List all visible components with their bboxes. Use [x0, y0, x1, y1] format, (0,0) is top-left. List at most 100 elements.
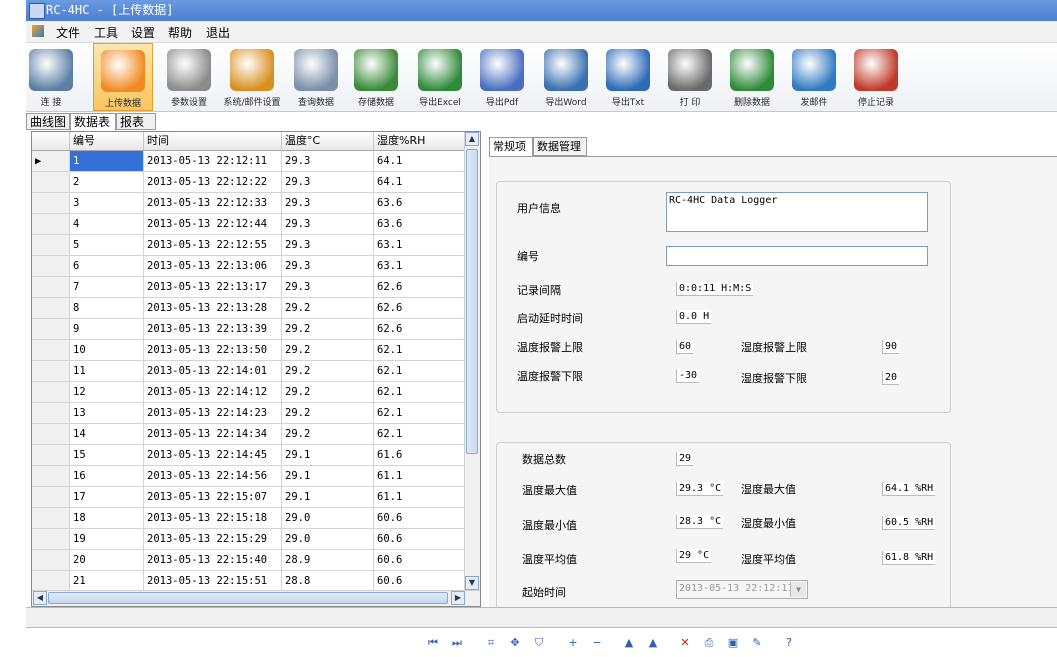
row-header[interactable]: [32, 214, 70, 234]
row-header[interactable]: [32, 172, 70, 192]
table-cell[interactable]: 29.3: [282, 193, 374, 213]
table-cell[interactable]: 29.3: [282, 235, 374, 255]
start-time-combo[interactable]: 2013-05-13 22:12:11 ▼: [676, 580, 808, 599]
table-cell[interactable]: 19: [70, 529, 144, 549]
table-cell[interactable]: 11: [70, 361, 144, 381]
table-cell[interactable]: 62.6: [374, 319, 465, 339]
tab-data-management[interactable]: 数据管理: [533, 137, 587, 156]
table-cell[interactable]: 6: [70, 256, 144, 276]
table-cell[interactable]: 2013-05-13 22:14:34: [144, 424, 282, 444]
row-header[interactable]: [32, 424, 70, 444]
table-cell[interactable]: 10: [70, 340, 144, 360]
table-row[interactable]: 12 2013-05-13 22:14:12 29.2 62.1: [32, 382, 465, 403]
table-cell[interactable]: 5: [70, 235, 144, 255]
table-cell[interactable]: 63.6: [374, 193, 465, 213]
table-cell[interactable]: 12: [70, 382, 144, 402]
table-cell[interactable]: 29.1: [282, 466, 374, 486]
table-row[interactable]: 17 2013-05-13 22:15:07 29.1 61.1: [32, 487, 465, 508]
table-cell[interactable]: 2013-05-13 22:12:22: [144, 172, 282, 192]
tab-data-table[interactable]: 数据表: [70, 113, 116, 131]
column-header-time[interactable]: 时间: [144, 132, 282, 150]
table-row[interactable]: 5 2013-05-13 22:12:55 29.3 63.1: [32, 235, 465, 256]
table-cell[interactable]: 18: [70, 508, 144, 528]
row-header[interactable]: [32, 256, 70, 276]
first-record-icon[interactable]: ⏮: [425, 635, 441, 651]
table-cell[interactable]: 4: [70, 214, 144, 234]
table-row[interactable]: 18 2013-05-13 22:15:18 29.0 60.6: [32, 508, 465, 529]
table-row[interactable]: 9 2013-05-13 22:13:39 29.2 62.6: [32, 319, 465, 340]
table-row[interactable]: 15 2013-05-13 22:14:45 29.1 61.6: [32, 445, 465, 466]
table-row[interactable]: 7 2013-05-13 22:13:17 29.3 62.6: [32, 277, 465, 298]
tab-report[interactable]: 报表: [116, 113, 156, 130]
table-row[interactable]: 11 2013-05-13 22:14:01 29.2 62.1: [32, 361, 465, 382]
table-cell[interactable]: 29.3: [282, 256, 374, 276]
table-cell[interactable]: 63.1: [374, 256, 465, 276]
save-icon[interactable]: ▣: [725, 635, 741, 651]
table-cell[interactable]: 2: [70, 172, 144, 192]
table-cell[interactable]: 60.6: [374, 508, 465, 528]
table-cell[interactable]: 61.6: [374, 445, 465, 465]
table-cell[interactable]: 62.1: [374, 403, 465, 423]
table-cell[interactable]: 29.3: [282, 277, 374, 297]
peak-2-icon[interactable]: ▲: [645, 635, 661, 651]
table-cell[interactable]: 3: [70, 193, 144, 213]
table-cell[interactable]: 2013-05-13 22:15:40: [144, 550, 282, 570]
row-header[interactable]: ▶: [32, 151, 70, 171]
table-cell[interactable]: 2013-05-13 22:13:28: [144, 298, 282, 318]
table-cell[interactable]: 62.1: [374, 382, 465, 402]
row-header[interactable]: [32, 571, 70, 591]
table-cell[interactable]: 29.3: [282, 151, 374, 171]
menu-help[interactable]: 帮助: [168, 24, 192, 41]
next-record-icon[interactable]: ⏭: [449, 635, 465, 651]
menu-settings[interactable]: 设置: [131, 24, 155, 41]
row-header[interactable]: [32, 382, 70, 402]
table-cell[interactable]: 2013-05-13 22:14:12: [144, 382, 282, 402]
table-row[interactable]: ▶ 1 2013-05-13 22:12:11 29.3 64.1: [32, 151, 465, 172]
table-cell[interactable]: 29.2: [282, 424, 374, 444]
row-header[interactable]: [32, 508, 70, 528]
filter-icon[interactable]: ⛉: [531, 635, 547, 651]
table-row[interactable]: 21 2013-05-13 22:15:51 28.8 60.6: [32, 571, 465, 592]
export-word-button[interactable]: 导出Word: [538, 43, 594, 111]
peak-1-icon[interactable]: ▲: [621, 635, 637, 651]
table-row[interactable]: 16 2013-05-13 22:14:56 29.1 61.1: [32, 466, 465, 487]
send-mail-button[interactable]: 发邮件: [786, 43, 842, 111]
export-pdf-button[interactable]: 导出Pdf: [474, 43, 530, 111]
upload-data-button[interactable]: 上传数据: [93, 43, 153, 111]
table-row[interactable]: 3 2013-05-13 22:12:33 29.3 63.6: [32, 193, 465, 214]
table-cell[interactable]: 29.2: [282, 319, 374, 339]
table-cell[interactable]: 29.2: [282, 382, 374, 402]
table-cell[interactable]: 17: [70, 487, 144, 507]
row-header[interactable]: [32, 319, 70, 339]
table-cell[interactable]: 2013-05-13 22:15:51: [144, 571, 282, 591]
row-header[interactable]: [32, 529, 70, 549]
table-cell[interactable]: 29.2: [282, 298, 374, 318]
horizontal-scroll-thumb[interactable]: [48, 592, 448, 604]
row-header[interactable]: [32, 445, 70, 465]
table-cell[interactable]: 62.6: [374, 277, 465, 297]
row-header[interactable]: [32, 487, 70, 507]
vertical-scrollbar[interactable]: ▲ ▼: [464, 132, 480, 591]
delete-data-button[interactable]: 删除数据: [724, 43, 780, 111]
table-cell[interactable]: 2013-05-13 22:13:17: [144, 277, 282, 297]
edit-icon[interactable]: ✎: [749, 635, 765, 651]
query-data-button[interactable]: 查询数据: [288, 43, 344, 111]
vertical-scroll-thumb[interactable]: [466, 149, 478, 454]
scroll-right-icon[interactable]: ▶: [451, 591, 465, 605]
table-row[interactable]: 10 2013-05-13 22:13:50 29.2 62.1: [32, 340, 465, 361]
scroll-up-icon[interactable]: ▲: [465, 132, 479, 146]
user-info-field[interactable]: RC-4HC Data Logger: [666, 192, 928, 232]
table-cell[interactable]: 29.0: [282, 529, 374, 549]
connect-button[interactable]: 连 接: [26, 43, 76, 111]
export-excel-button[interactable]: 导出Excel: [412, 43, 468, 111]
table-cell[interactable]: 28.8: [282, 571, 374, 591]
table-cell[interactable]: 62.1: [374, 361, 465, 381]
table-cell[interactable]: 62.1: [374, 340, 465, 360]
table-cell[interactable]: 2013-05-13 22:12:44: [144, 214, 282, 234]
fit-icon[interactable]: ⌗: [483, 635, 499, 651]
tab-curve[interactable]: 曲线图: [26, 113, 70, 130]
table-cell[interactable]: 29.2: [282, 403, 374, 423]
table-cell[interactable]: 61.1: [374, 487, 465, 507]
table-cell[interactable]: 64.1: [374, 151, 465, 171]
table-row[interactable]: 14 2013-05-13 22:14:34 29.2 62.1: [32, 424, 465, 445]
